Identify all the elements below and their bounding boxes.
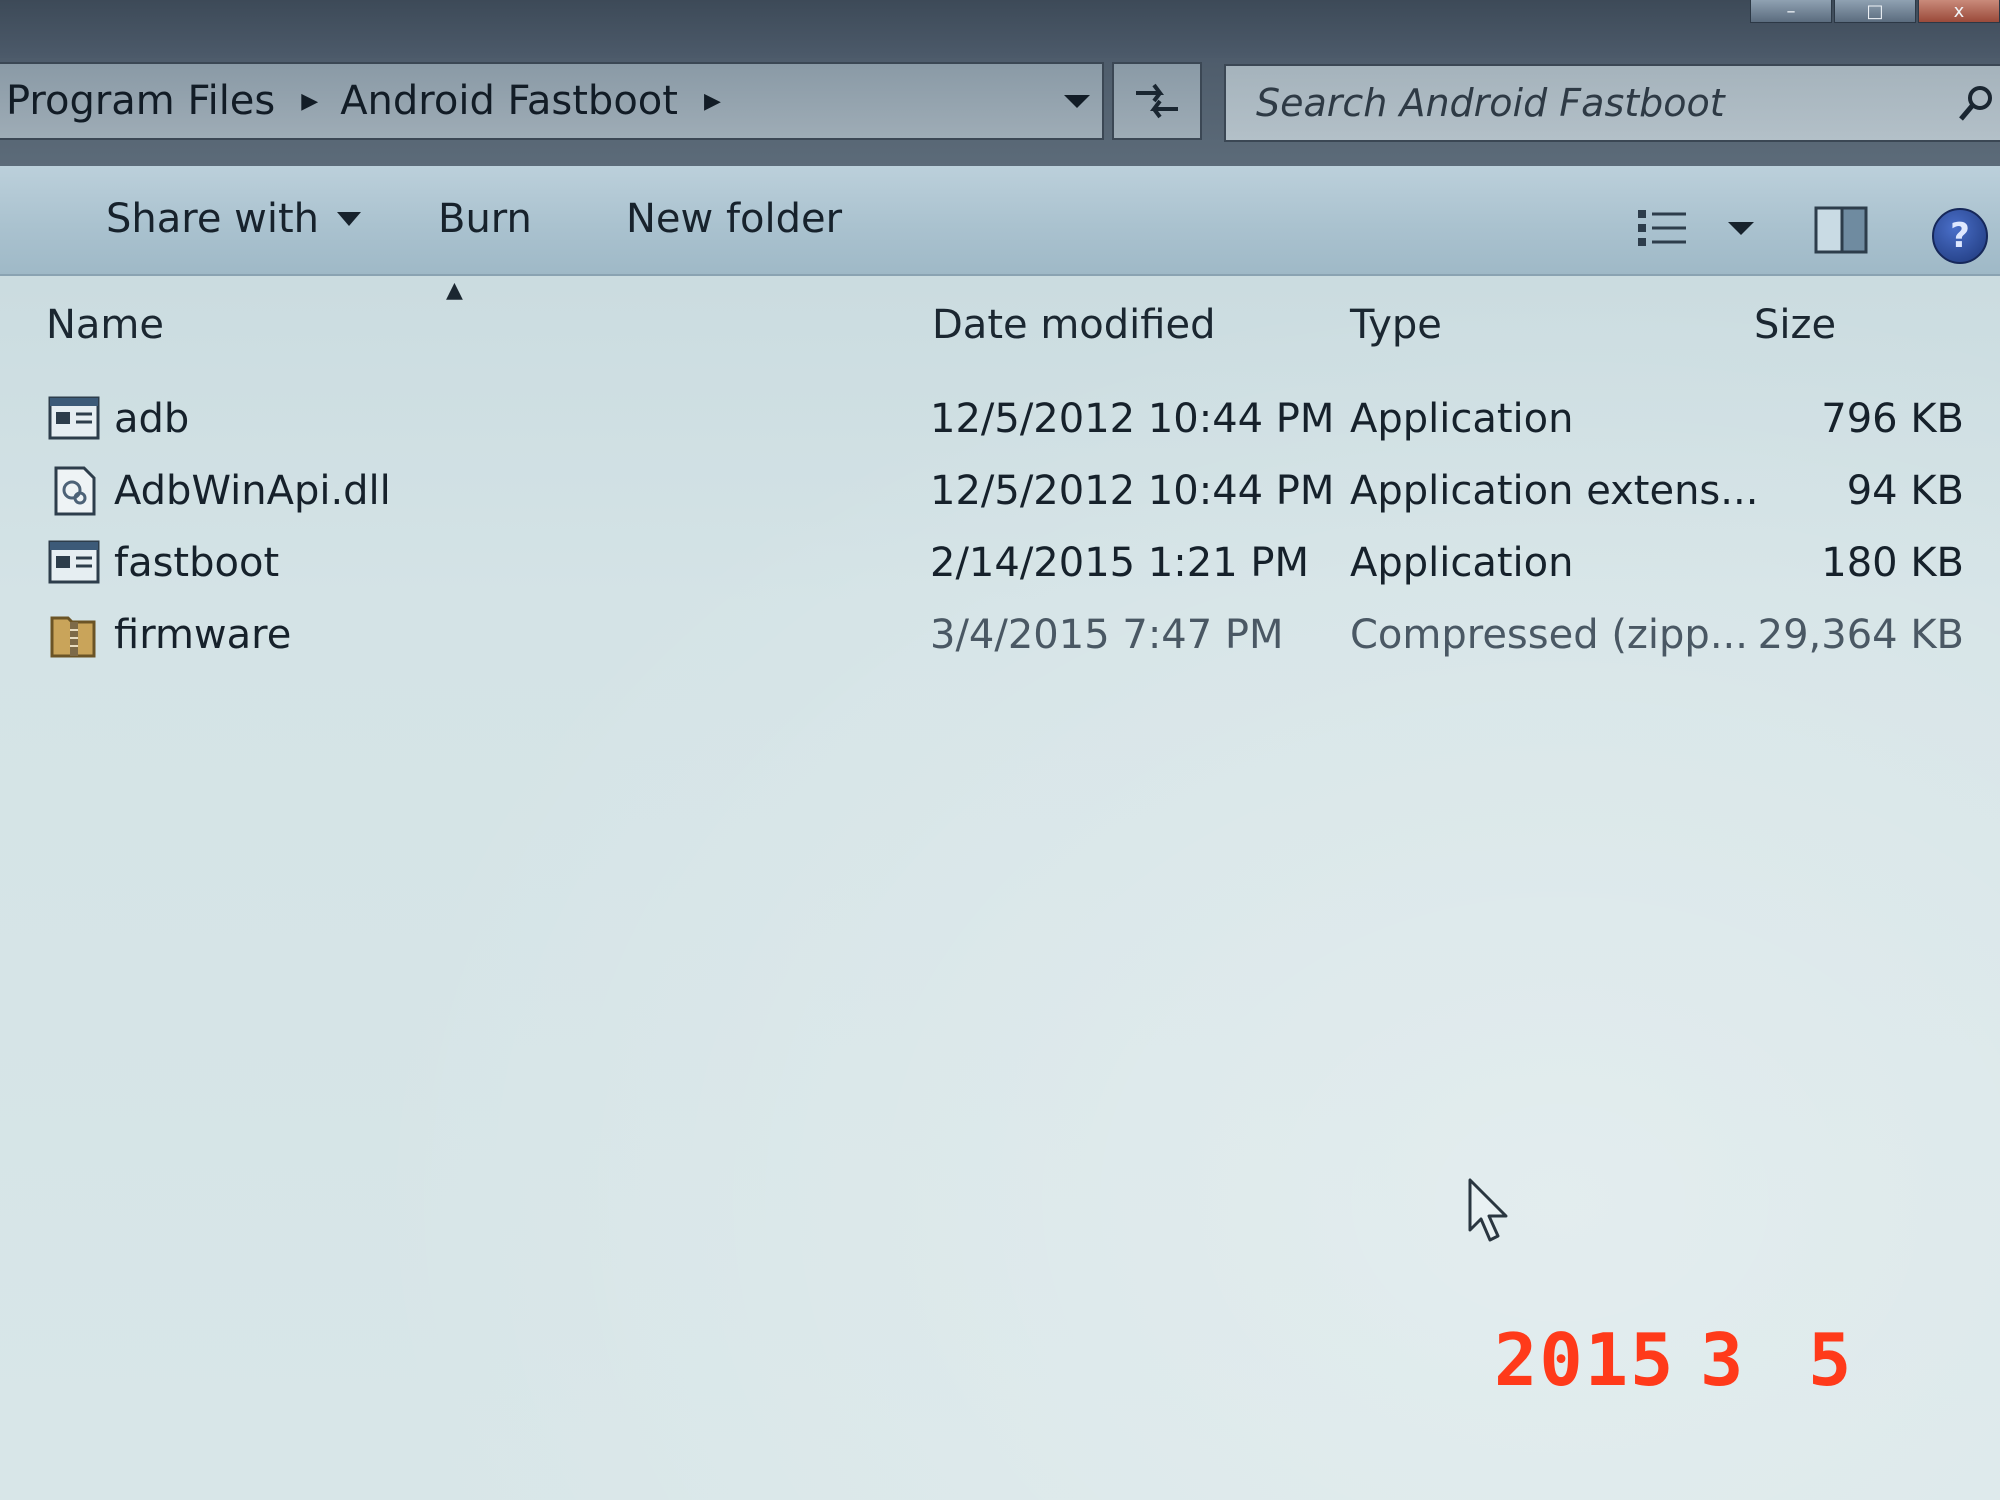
breadcrumb-separator-icon[interactable]: ▶ bbox=[301, 89, 318, 114]
help-button[interactable]: ? bbox=[1932, 208, 1988, 264]
camera-date-stamp-month: 3 bbox=[1700, 1318, 1746, 1402]
dll-icon bbox=[54, 466, 96, 516]
column-header-size[interactable]: Size bbox=[1754, 302, 1836, 348]
file-type: Application bbox=[1350, 396, 1574, 442]
file-size: 180 KB bbox=[1821, 540, 1964, 586]
column-header-name[interactable]: Name bbox=[46, 302, 164, 348]
refresh-icon bbox=[1136, 83, 1178, 119]
change-view-button[interactable] bbox=[1636, 206, 1754, 250]
file-row-fastboot[interactable]: fastboot 2/14/2015 1:21 PM Application 1… bbox=[0, 532, 2000, 602]
sort-indicator-icon: ▲ bbox=[446, 278, 463, 303]
maximize-button[interactable]: □ bbox=[1834, 0, 1916, 23]
file-date-modified: 12/5/2012 10:44 PM bbox=[930, 396, 1335, 442]
file-date-modified: 3/4/2015 7:47 PM bbox=[930, 612, 1284, 658]
file-type: Compressed (zipp... bbox=[1350, 612, 1748, 658]
title-bar: – □ x bbox=[0, 0, 2000, 58]
mouse-pointer-icon bbox=[1468, 1178, 1508, 1242]
command-toolbar: Share with Burn New folder ? bbox=[0, 166, 2000, 276]
search-icon[interactable] bbox=[1958, 84, 1994, 122]
chevron-down-icon bbox=[1064, 95, 1090, 108]
preview-pane-icon bbox=[1814, 206, 1868, 254]
file-date-modified: 2/14/2015 1:21 PM bbox=[930, 540, 1309, 586]
navigation-bar: Program Files ▶ Android Fastboot ▶ bbox=[0, 58, 2000, 166]
file-type: Application extens... bbox=[1350, 468, 1759, 514]
file-row-adb[interactable]: adb 12/5/2012 10:44 PM Application 796 K… bbox=[0, 388, 2000, 458]
address-bar[interactable]: Program Files ▶ Android Fastboot ▶ bbox=[0, 62, 1104, 140]
address-history-dropdown[interactable] bbox=[1052, 64, 1102, 138]
file-size: 796 KB bbox=[1821, 396, 1964, 442]
file-type: Application bbox=[1350, 540, 1574, 586]
minimize-button[interactable]: – bbox=[1750, 0, 1832, 23]
file-row-adbwinapi[interactable]: AdbWinApi.dll 12/5/2012 10:44 PM Applica… bbox=[0, 460, 2000, 530]
column-header-type[interactable]: Type bbox=[1350, 302, 1442, 348]
window-controls: – □ x bbox=[1748, 0, 2000, 23]
application-icon bbox=[48, 396, 100, 440]
file-size: 29,364 KB bbox=[1757, 612, 1964, 658]
details-view-icon bbox=[1638, 210, 1686, 246]
new-folder-label: New folder bbox=[626, 196, 843, 242]
search-box[interactable] bbox=[1224, 64, 2000, 142]
camera-date-stamp-year: 2015 bbox=[1494, 1318, 1676, 1402]
file-name: firmware bbox=[114, 612, 292, 658]
chevron-down-icon bbox=[337, 212, 362, 226]
refresh-button[interactable] bbox=[1112, 62, 1202, 140]
burn-button[interactable]: Burn bbox=[438, 196, 532, 242]
file-date-modified: 12/5/2012 10:44 PM bbox=[930, 468, 1335, 514]
preview-pane-button[interactable] bbox=[1814, 206, 1868, 258]
camera-date-stamp-day: 5 bbox=[1808, 1318, 1854, 1402]
file-row-firmware[interactable]: firmware 3/4/2015 7:47 PM Compressed (zi… bbox=[0, 604, 2000, 674]
file-size: 94 KB bbox=[1846, 468, 1964, 514]
application-icon bbox=[48, 540, 100, 584]
breadcrumb-program-files[interactable]: Program Files bbox=[6, 78, 275, 124]
file-name: AdbWinApi.dll bbox=[114, 468, 391, 514]
close-button[interactable]: x bbox=[1918, 0, 2000, 23]
column-header-date-modified[interactable]: Date modified bbox=[932, 302, 1215, 348]
file-name: adb bbox=[114, 396, 190, 442]
burn-label: Burn bbox=[438, 196, 532, 242]
zip-folder-icon bbox=[50, 616, 96, 658]
share-with-label: Share with bbox=[106, 196, 320, 242]
breadcrumb-android-fastboot[interactable]: Android Fastboot bbox=[340, 78, 678, 124]
breadcrumb-separator-icon[interactable]: ▶ bbox=[704, 89, 721, 114]
share-with-button[interactable]: Share with bbox=[106, 196, 362, 242]
chevron-down-icon bbox=[1728, 222, 1754, 235]
search-input[interactable] bbox=[1254, 80, 1918, 126]
new-folder-button[interactable]: New folder bbox=[626, 196, 842, 242]
column-header-row: ▲ Name Date modified Type Size bbox=[0, 276, 2000, 376]
explorer-window: – □ x Program Files ▶ Android Fastboot ▶ bbox=[0, 0, 2000, 1500]
file-name: fastboot bbox=[114, 540, 280, 586]
